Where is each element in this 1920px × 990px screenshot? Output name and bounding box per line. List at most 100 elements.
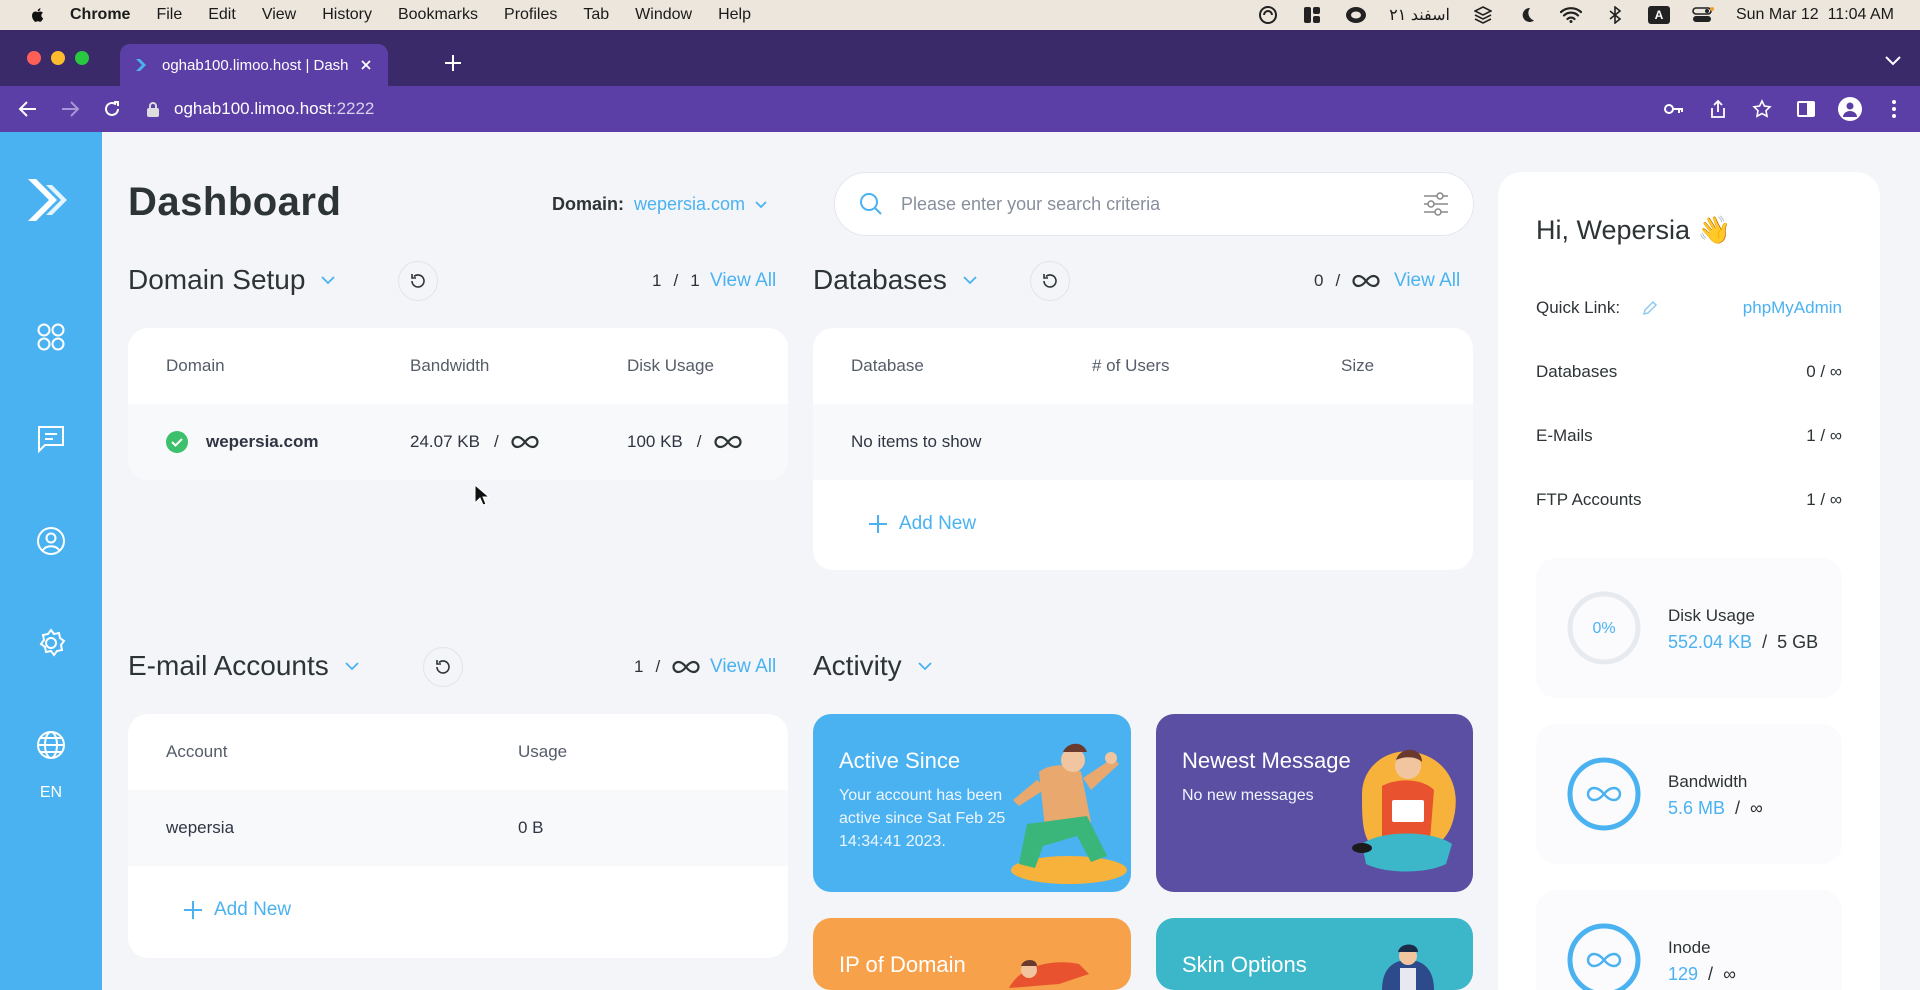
domain-setup-title[interactable]: Domain Setup — [128, 264, 305, 296]
databases-view-all-link[interactable]: View All — [1394, 270, 1460, 292]
minimize-window-button[interactable] — [51, 51, 65, 65]
browser-tab-active[interactable]: oghab100.limoo.host | Dashbo — [120, 44, 388, 86]
chevron-down-icon[interactable] — [918, 661, 932, 671]
layers-icon[interactable] — [1472, 6, 1494, 24]
edit-pencil-icon[interactable] — [1642, 300, 1658, 316]
apple-icon[interactable] — [26, 6, 50, 24]
close-window-button[interactable] — [27, 51, 41, 65]
empty-message: No items to show — [851, 432, 982, 451]
skin-options-card[interactable]: Skin Options — [1156, 918, 1473, 990]
databases-title[interactable]: Databases — [813, 264, 947, 296]
counter-used: 1 — [634, 657, 644, 676]
reload-icon[interactable] — [100, 97, 124, 121]
settings-gear-icon[interactable] — [36, 628, 66, 658]
menu-help[interactable]: Help — [718, 6, 751, 24]
domain-name[interactable]: wepersia.com — [206, 432, 318, 452]
email-accounts-view-all-link[interactable]: View All — [710, 656, 776, 678]
plus-icon — [184, 901, 202, 919]
creative-cloud-icon[interactable] — [1345, 6, 1367, 24]
disk-usage-stat[interactable]: 0% Disk Usage 552.04 KB / 5 GB — [1536, 558, 1842, 698]
more-menu-icon[interactable] — [1882, 97, 1906, 121]
wifi-icon[interactable] — [1559, 6, 1582, 24]
empty-row: No items to show — [813, 404, 1473, 480]
row-label: E-Mails — [1536, 426, 1593, 445]
dashboard-grid-icon[interactable] — [36, 322, 66, 352]
chevron-down-icon[interactable] — [963, 275, 977, 285]
clock-datetime[interactable]: Sun Mar 12 11:04 AM — [1736, 6, 1894, 24]
menu-window[interactable]: Window — [635, 6, 692, 24]
language-globe-icon[interactable] — [36, 730, 66, 760]
email-accounts-counter: 1 / — [634, 657, 700, 677]
address-bar[interactable]: oghab100.limoo.host:2222 — [146, 91, 1662, 127]
key-icon[interactable] — [1662, 97, 1686, 121]
domain-setup-refresh-button[interactable] — [398, 261, 438, 301]
menu-profiles[interactable]: Profiles — [504, 6, 557, 24]
phpmyadmin-link[interactable]: phpMyAdmin — [1743, 298, 1842, 318]
menu-app-chrome[interactable]: Chrome — [70, 6, 130, 24]
menu-edit[interactable]: Edit — [208, 6, 236, 24]
column-header-bandwidth[interactable]: Bandwidth — [410, 356, 627, 376]
domain-setup-view-all-link[interactable]: View All — [710, 270, 776, 292]
side-panel-icon[interactable] — [1794, 97, 1818, 121]
account-cell[interactable]: wepersia — [166, 818, 518, 838]
active-since-card[interactable]: Active Since Your account has been activ… — [813, 714, 1131, 892]
control-center-icon[interactable] — [1692, 6, 1714, 24]
column-header-disk-usage[interactable]: Disk Usage — [627, 356, 714, 376]
filter-sliders-icon[interactable] — [1423, 192, 1449, 216]
chevron-down-icon[interactable] — [321, 275, 336, 285]
email-accounts-card: Account Usage wepersia 0 B Add New — [128, 714, 788, 958]
bandwidth-stat[interactable]: Bandwidth 5.6 MB / ∞ — [1536, 724, 1842, 864]
column-header-account[interactable]: Account — [166, 742, 518, 762]
chevron-down-icon[interactable] — [755, 200, 767, 209]
menu-history[interactable]: History — [322, 6, 372, 24]
screen-time-icon[interactable] — [1257, 6, 1279, 24]
lock-icon[interactable] — [146, 101, 160, 117]
zoom-window-button[interactable] — [75, 51, 89, 65]
language-label[interactable]: EN — [0, 784, 102, 802]
forward-icon[interactable] — [58, 97, 82, 121]
row-label: Databases — [1536, 362, 1618, 381]
column-header-size[interactable]: Size — [1341, 356, 1374, 376]
table-row[interactable]: wepersia 0 B — [128, 790, 788, 866]
databases-add-new-button[interactable]: Add New — [813, 480, 1473, 568]
disk-cell: 100 KB / — [627, 432, 742, 452]
search-input[interactable] — [901, 193, 1423, 215]
table-row[interactable]: wepersia.com 24.07 KB / 100 KB / — [128, 404, 788, 480]
messages-icon[interactable] — [36, 424, 66, 454]
search-icon — [860, 193, 882, 215]
infinity-icon — [1352, 274, 1380, 288]
new-tab-icon[interactable] — [442, 52, 464, 74]
close-tab-icon[interactable] — [358, 57, 374, 73]
tab-search-chevron-icon[interactable] — [1884, 54, 1902, 68]
inode-stat[interactable]: Inode 129 / ∞ — [1536, 890, 1842, 990]
email-accounts-refresh-button[interactable] — [423, 647, 463, 687]
newest-message-card[interactable]: Newest Message No new messages — [1156, 714, 1473, 892]
user-profile-icon[interactable] — [36, 526, 66, 556]
ip-of-domain-card[interactable]: IP of Domain — [813, 918, 1131, 990]
profile-avatar-icon[interactable] — [1838, 97, 1862, 121]
column-header-domain[interactable]: Domain — [166, 356, 410, 376]
menu-bookmarks[interactable]: Bookmarks — [398, 6, 478, 24]
menu-view[interactable]: View — [262, 6, 296, 24]
persian-date[interactable]: ۲۱ اسفند — [1389, 5, 1450, 25]
back-icon[interactable] — [16, 97, 40, 121]
directadmin-logo-icon[interactable] — [28, 177, 74, 223]
menu-file[interactable]: File — [156, 6, 182, 24]
share-icon[interactable] — [1706, 97, 1730, 121]
email-accounts-title[interactable]: E-mail Accounts — [128, 650, 329, 682]
column-header-database[interactable]: Database — [851, 356, 1092, 376]
menu-tab[interactable]: Tab — [583, 6, 609, 24]
layout-app-icon[interactable] — [1301, 6, 1323, 24]
activity-title[interactable]: Activity — [813, 650, 902, 682]
domain-selector[interactable]: Domain: wepersia.com — [552, 194, 767, 215]
bluetooth-icon[interactable] — [1604, 6, 1626, 24]
chevron-down-icon[interactable] — [345, 661, 359, 671]
input-source-icon[interactable]: A — [1647, 6, 1670, 24]
databases-refresh-button[interactable] — [1030, 261, 1070, 301]
bookmark-star-icon[interactable] — [1750, 97, 1774, 121]
dark-mode-icon[interactable] — [1516, 6, 1538, 24]
column-header-users[interactable]: # of Users — [1092, 356, 1341, 376]
domain-value[interactable]: wepersia.com — [634, 194, 745, 215]
email-add-new-button[interactable]: Add New — [128, 866, 788, 954]
column-header-usage[interactable]: Usage — [518, 742, 567, 762]
